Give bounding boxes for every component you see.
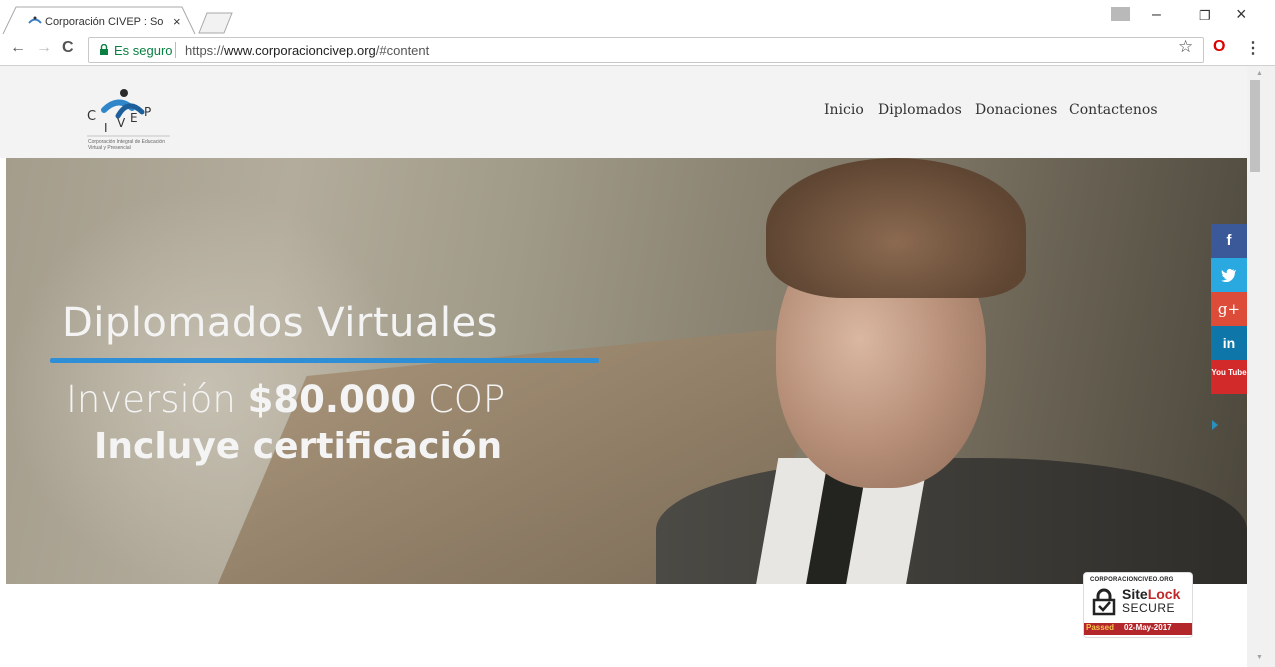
youtube-share-icon[interactable]: You Tube <box>1211 360 1247 394</box>
hero-certification: Incluye certificación <box>94 426 503 467</box>
browser-menu-icon[interactable]: ⋮ <box>1245 38 1261 58</box>
url-text: https://www.corporacioncivep.org/#conten… <box>185 43 429 58</box>
hero-hair-image <box>766 158 1026 298</box>
sitelock-brand-lock: Lock <box>1147 586 1181 602</box>
sitelock-status-bar: Passed 02-May-2017 <box>1084 623 1192 635</box>
investment-prefix: Inversión <box>66 378 236 421</box>
logo-letter-p: P <box>144 105 151 119</box>
google-plus-share-icon[interactable]: g+ <box>1211 292 1247 326</box>
restore-icon[interactable]: ❐ <box>1199 8 1211 24</box>
url-scheme: https:// <box>185 43 225 58</box>
url-path: /#content <box>375 43 430 58</box>
logo-letter-i: I <box>104 121 108 135</box>
tab-close-icon[interactable]: × <box>173 14 181 29</box>
forward-icon[interactable]: → <box>36 39 52 57</box>
nav-diplomados[interactable]: Diplomados <box>878 102 962 118</box>
twitter-share-icon[interactable] <box>1211 258 1247 292</box>
social-toggle-icon[interactable] <box>1212 420 1218 430</box>
facebook-share-icon[interactable]: f <box>1211 224 1247 258</box>
twitter-bird-icon <box>1221 268 1236 283</box>
logo-letter-v: V <box>117 116 126 130</box>
minimize-icon[interactable]: – <box>1152 6 1161 24</box>
page-viewport: C I V E P Corporación Integral de Educac… <box>0 66 1247 667</box>
profile-icon[interactable] <box>1111 7 1130 21</box>
address-separator <box>175 42 176 58</box>
logo-letter-c: C <box>87 109 96 124</box>
scroll-thumb[interactable] <box>1250 80 1260 172</box>
url-host: www.corporacioncivep.org <box>224 43 376 58</box>
nav-inicio[interactable]: Inicio <box>824 102 864 118</box>
hero-investment: Inversión $80.000 COP <box>66 378 505 421</box>
address-bar[interactable]: Es seguro https://www.corporacioncivep.o… <box>88 37 1204 63</box>
sitelock-brand-site: Site <box>1122 586 1148 602</box>
opera-icon[interactable]: O <box>1213 38 1225 56</box>
investment-amount: $80.000 <box>247 378 417 421</box>
browser-toolbar: ← → C Es seguro https://www.corporacionc… <box>0 34 1275 66</box>
tab-title: Corporación CIVEP : Som <box>45 16 163 28</box>
sitelock-padlock-icon <box>1092 588 1116 616</box>
sitelock-secure: SECURE <box>1122 601 1176 615</box>
civep-logo[interactable]: C I V E P <box>84 86 174 146</box>
hero-suit-image <box>656 458 1247 584</box>
scroll-up-icon[interactable]: ▲ <box>1256 70 1263 77</box>
page-scrollbar[interactable]: ▲ ▼ <box>1247 66 1275 667</box>
back-icon[interactable]: ← <box>10 39 26 57</box>
sitelock-badge[interactable]: CORPORACIONCIVEO.ORG SiteLock SECURE Pas… <box>1083 572 1193 638</box>
linkedin-share-icon[interactable]: in <box>1211 326 1247 360</box>
nav-contactenos[interactable]: Contactenos <box>1069 102 1158 118</box>
nav-donaciones[interactable]: Donaciones <box>975 102 1057 118</box>
hero-title-underline <box>50 358 599 363</box>
logo-letter-e: E <box>130 111 138 125</box>
hero-title: Diplomados Virtuales <box>62 300 498 346</box>
sitelock-brand: SiteLock <box>1122 586 1180 602</box>
browser-tabstrip: Corporación CIVEP : Som × – ❐ × <box>0 0 1275 34</box>
civep-favicon-icon <box>28 16 42 24</box>
logo-subtitle: Corporación Integral de Educación Virtua… <box>88 139 165 151</box>
window-close-icon[interactable]: × <box>1236 4 1247 25</box>
scroll-down-icon[interactable]: ▼ <box>1256 654 1263 661</box>
site-header: C I V E P Corporación Integral de Educac… <box>0 66 1247 158</box>
sitelock-date: 02-May-2017 <box>1124 623 1172 632</box>
bookmark-star-icon[interactable]: ☆ <box>1178 37 1193 57</box>
secure-label: Es seguro <box>114 43 173 58</box>
sitelock-domain: CORPORACIONCIVEO.ORG <box>1090 577 1174 583</box>
hero-banner: Diplomados Virtuales Inversión $80.000 C… <box>6 158 1247 584</box>
sitelock-passed: Passed <box>1086 623 1115 632</box>
lock-icon <box>100 44 108 55</box>
investment-currency: COP <box>427 378 506 421</box>
reload-icon[interactable]: C <box>62 39 74 57</box>
browser-tab[interactable]: Corporación CIVEP : Som × <box>2 6 196 34</box>
new-tab-button[interactable] <box>198 12 234 34</box>
